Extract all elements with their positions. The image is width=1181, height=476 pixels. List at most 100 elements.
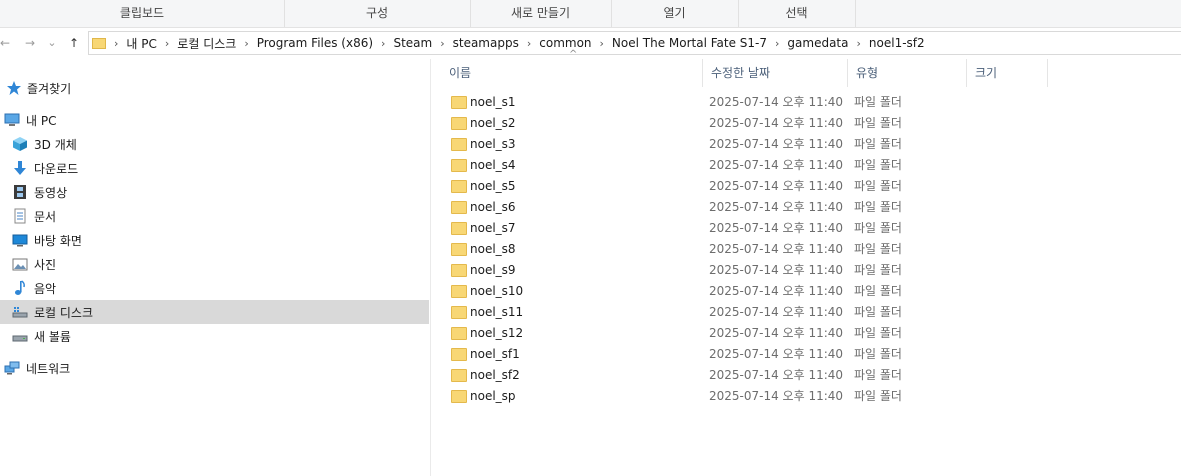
file-name: noel_s11 — [470, 305, 524, 319]
breadcrumb-separator[interactable]: › — [857, 37, 861, 50]
file-name: noel_s10 — [470, 284, 524, 298]
file-name: noel_s5 — [470, 179, 516, 193]
breadcrumb-separator[interactable]: › — [600, 37, 604, 50]
breadcrumb-steam[interactable]: Steam — [393, 36, 432, 50]
file-name: noel_s1 — [470, 95, 516, 109]
pc-icon — [4, 112, 20, 128]
sidebar-item-label: 즐겨찾기 — [27, 81, 72, 96]
breadcrumb-separator[interactable]: › — [244, 37, 248, 50]
back-button[interactable]: ← — [0, 35, 10, 51]
breadcrumb-separator[interactable]: › — [381, 37, 385, 50]
recent-locations-button[interactable]: ⌄ — [44, 35, 60, 51]
breadcrumb-my-pc[interactable]: 내 PC — [126, 35, 156, 52]
list-item[interactable]: noel_s3 2025-07-14 오후 11:40 파일 폴더 — [445, 134, 1165, 155]
sidebar-item-documents[interactable]: 문서 — [0, 204, 429, 228]
star-icon — [6, 80, 22, 96]
file-date: 2025-07-14 오후 11:40 — [709, 284, 844, 298]
cube-icon — [12, 136, 28, 152]
breadcrumb-common[interactable]: common — [539, 36, 591, 50]
ribbon-group-clipboard[interactable]: 클립보드 — [0, 0, 285, 27]
up-button[interactable]: ↑ — [66, 35, 82, 51]
folder-icon — [92, 37, 106, 49]
file-name: noel_sf2 — [470, 368, 520, 382]
column-header-name[interactable]: 이름 — [441, 59, 703, 87]
file-date: 2025-07-14 오후 11:40 — [709, 389, 844, 403]
sidebar-item-new-volume[interactable]: 새 볼륨 — [0, 324, 429, 348]
file-date: 2025-07-14 오후 11:40 — [709, 347, 844, 361]
sidebar-item-quick-access[interactable]: 즐겨찾기 — [0, 76, 429, 100]
file-date: 2025-07-14 오후 11:40 — [709, 305, 844, 319]
list-item[interactable]: noel_sf2 2025-07-14 오후 11:40 파일 폴더 — [445, 365, 1165, 386]
address-bar-row: ← → ⌄ ↑ › 내 PC › 로컬 디스크 › Program Files … — [0, 28, 1181, 58]
sidebar-item-downloads[interactable]: 다운로드 — [0, 156, 429, 180]
list-item[interactable]: noel_s9 2025-07-14 오후 11:40 파일 폴더 — [445, 260, 1165, 281]
breadcrumb-separator[interactable]: › — [440, 37, 444, 50]
breadcrumb-local-disk[interactable]: 로컬 디스크 — [177, 35, 236, 52]
address-bar[interactable]: › 내 PC › 로컬 디스크 › Program Files (x86) › … — [88, 31, 1181, 55]
ribbon-group-new[interactable]: 새로 만들기 — [470, 0, 612, 27]
file-type: 파일 폴더 — [854, 305, 902, 319]
sidebar-item-local-disk[interactable]: 로컬 디스크 — [0, 300, 429, 324]
breadcrumb-separator[interactable]: › — [114, 37, 118, 50]
ribbon-group-organize[interactable]: 구성 — [284, 0, 471, 27]
file-type: 파일 폴더 — [854, 137, 902, 151]
network-icon — [4, 360, 20, 376]
sidebar-item-label: 음악 — [34, 281, 57, 296]
file-name: noel_s8 — [470, 242, 516, 256]
sidebar-item-label: 3D 개체 — [34, 137, 77, 152]
folder-icon — [451, 96, 467, 109]
list-item[interactable]: noel_s5 2025-07-14 오후 11:40 파일 폴더 — [445, 176, 1165, 197]
sidebar-item-music[interactable]: 음악 — [0, 276, 429, 300]
file-type: 파일 폴더 — [854, 389, 902, 403]
ribbon-group-select[interactable]: 선택 — [738, 0, 856, 27]
file-type: 파일 폴더 — [854, 326, 902, 340]
sidebar-item-3d-objects[interactable]: 3D 개체 — [0, 132, 429, 156]
breadcrumb-separator[interactable]: › — [775, 37, 779, 50]
list-item[interactable]: noel_s7 2025-07-14 오후 11:40 파일 폴더 — [445, 218, 1165, 239]
list-item[interactable]: noel_s11 2025-07-14 오후 11:40 파일 폴더 — [445, 302, 1165, 323]
sidebar-item-label: 로컬 디스크 — [34, 305, 94, 320]
ribbon-group-bar: 클립보드 구성 새로 만들기 열기 선택 — [0, 0, 1181, 28]
breadcrumb-steamapps[interactable]: steamapps — [453, 36, 519, 50]
ribbon-group-open[interactable]: 열기 — [611, 0, 739, 27]
list-item[interactable]: noel_s6 2025-07-14 오후 11:40 파일 폴더 — [445, 197, 1165, 218]
sidebar-item-videos[interactable]: 동영상 — [0, 180, 429, 204]
list-item[interactable]: noel_sf1 2025-07-14 오후 11:40 파일 폴더 — [445, 344, 1165, 365]
folder-icon — [451, 201, 467, 214]
sidebar-item-pictures[interactable]: 사진 — [0, 252, 429, 276]
list-item[interactable]: noel_s8 2025-07-14 오후 11:40 파일 폴더 — [445, 239, 1165, 260]
file-name: noel_s12 — [470, 326, 524, 340]
forward-button[interactable]: → — [22, 35, 38, 51]
breadcrumb-gamedata[interactable]: gamedata — [787, 36, 848, 50]
list-item[interactable]: noel_s4 2025-07-14 오후 11:40 파일 폴더 — [445, 155, 1165, 176]
folder-icon — [451, 159, 467, 172]
folder-icon — [451, 306, 467, 319]
list-item[interactable]: noel_s10 2025-07-14 오후 11:40 파일 폴더 — [445, 281, 1165, 302]
breadcrumb-current-folder[interactable]: noel1-sf2 — [869, 36, 925, 50]
list-item[interactable]: noel_s1 2025-07-14 오후 11:40 파일 폴더 — [445, 92, 1165, 113]
file-list: ^ 이름 수정한 날짜 유형 크기 noel_s1 2025-07-14 오후 … — [431, 49, 1181, 476]
file-date: 2025-07-14 오후 11:40 — [709, 158, 844, 172]
breadcrumb-separator[interactable]: › — [165, 37, 169, 50]
music-icon — [12, 280, 28, 296]
column-header-date[interactable]: 수정한 날짜 — [703, 59, 848, 87]
list-item[interactable]: noel_sp 2025-07-14 오후 11:40 파일 폴더 — [445, 386, 1165, 407]
column-header-size[interactable]: 크기 — [967, 59, 1048, 87]
list-item[interactable]: noel_s2 2025-07-14 오후 11:40 파일 폴더 — [445, 113, 1165, 134]
sidebar-item-my-pc[interactable]: 내 PC — [0, 108, 429, 132]
breadcrumb-noel-game[interactable]: Noel The Mortal Fate S1-7 — [612, 36, 767, 50]
breadcrumb-separator[interactable]: › — [527, 37, 531, 50]
sidebar-item-desktop[interactable]: 바탕 화면 — [0, 228, 429, 252]
folder-icon — [451, 369, 467, 382]
file-date: 2025-07-14 오후 11:40 — [709, 200, 844, 214]
folder-icon — [451, 222, 467, 235]
sidebar-item-label: 사진 — [34, 257, 57, 272]
sidebar-item-network[interactable]: 네트워크 — [0, 356, 429, 380]
column-header-type[interactable]: 유형 — [848, 59, 967, 87]
breadcrumb-program-files-x86[interactable]: Program Files (x86) — [257, 36, 373, 50]
list-item[interactable]: noel_s12 2025-07-14 오후 11:40 파일 폴더 — [445, 323, 1165, 344]
file-type: 파일 폴더 — [854, 158, 902, 172]
folder-icon — [451, 138, 467, 151]
sidebar-item-label: 다운로드 — [34, 161, 79, 176]
file-name: noel_s6 — [470, 200, 516, 214]
